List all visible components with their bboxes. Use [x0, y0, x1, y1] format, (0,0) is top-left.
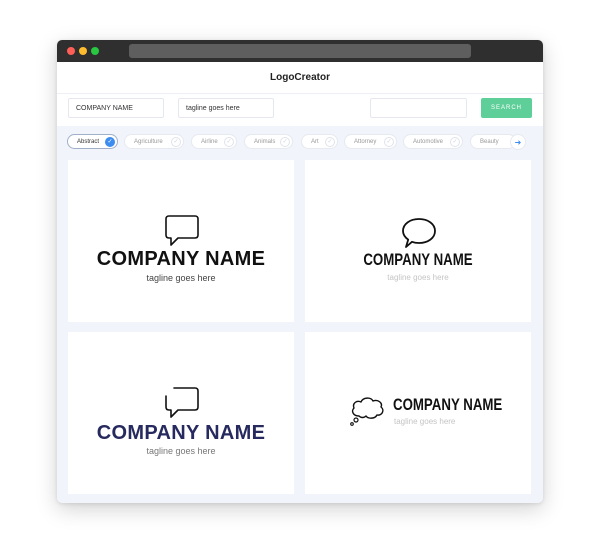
check-icon: ✓	[224, 137, 234, 147]
category-chip-airline[interactable]: Airline ✓	[191, 134, 237, 149]
tagline-text: tagline goes here	[394, 417, 456, 426]
tagline-input[interactable]: tagline goes here	[178, 98, 274, 118]
category-chip-label: Art	[311, 138, 319, 145]
category-chip-art[interactable]: Art ✓	[301, 134, 338, 149]
logo-card[interactable]: COMPANY NAME tagline goes here	[68, 160, 294, 322]
logo-card[interactable]: COMPANY NAME tagline goes here	[305, 160, 531, 322]
search-bar: COMPANY NAME tagline goes here SEARCH	[57, 94, 543, 126]
browser-titlebar	[57, 40, 543, 62]
broken-speech-bubble-icon	[165, 387, 199, 418]
arrow-right-icon[interactable]: ➜	[510, 134, 526, 150]
company-name-text: COMPANY NAME	[393, 395, 503, 414]
company-name-text: COMPANY NAME	[96, 422, 266, 444]
check-icon: ✓	[105, 137, 115, 147]
category-chip-label: Beauty	[480, 138, 499, 145]
company-name-text: COMPANY NAME	[363, 250, 473, 269]
app-header: LogoCreator	[57, 62, 543, 94]
category-filter-bar: Abstract ✓ Agriculture ✓ Airline ✓ Anima…	[67, 134, 533, 150]
close-window-button[interactable]	[67, 47, 75, 55]
search-button[interactable]: SEARCH	[481, 98, 532, 118]
category-chip-automotive[interactable]: Automotive ✓	[403, 134, 463, 149]
company-name-input[interactable]: COMPANY NAME	[68, 98, 164, 118]
check-icon: ✓	[171, 137, 181, 147]
category-chip-label: Animals	[254, 138, 276, 145]
tagline-text: tagline goes here	[146, 446, 216, 456]
address-bar[interactable]	[129, 44, 471, 58]
logo-card[interactable]: COMPANY NAME tagline goes here	[68, 332, 294, 494]
maximize-window-button[interactable]	[91, 47, 99, 55]
round-speech-bubble-icon	[402, 218, 436, 248]
tagline-text: tagline goes here	[387, 273, 449, 282]
thought-bubble-icon	[350, 397, 384, 426]
category-chip-label: Airline	[201, 138, 218, 145]
category-chip-abstract[interactable]: Abstract ✓	[67, 134, 118, 149]
category-chip-animals[interactable]: Animals ✓	[244, 134, 293, 149]
check-icon: ✓	[384, 137, 394, 147]
check-icon: ✓	[280, 137, 290, 147]
category-chip-label: Attorney	[354, 138, 377, 145]
category-chip-label: Abstract	[77, 138, 100, 145]
logo-card[interactable]: COMPANY NAME tagline goes here	[305, 332, 531, 494]
check-icon: ✓	[325, 137, 335, 147]
speech-bubble-icon	[165, 215, 199, 246]
category-chip-label: Agriculture	[134, 138, 163, 145]
category-chip-label: Automotive	[413, 138, 444, 145]
tagline-text: tagline goes here	[146, 273, 216, 283]
keyword-input[interactable]	[370, 98, 467, 118]
category-chip-attorney[interactable]: Attorney ✓	[344, 134, 397, 149]
browser-window: LogoCreator COMPANY NAME tagline goes he…	[57, 40, 543, 503]
app-title: LogoCreator	[270, 72, 330, 83]
category-chip-agriculture[interactable]: Agriculture ✓	[124, 134, 184, 149]
company-name-text: COMPANY NAME	[96, 248, 266, 270]
minimize-window-button[interactable]	[79, 47, 87, 55]
check-icon: ✓	[450, 137, 460, 147]
